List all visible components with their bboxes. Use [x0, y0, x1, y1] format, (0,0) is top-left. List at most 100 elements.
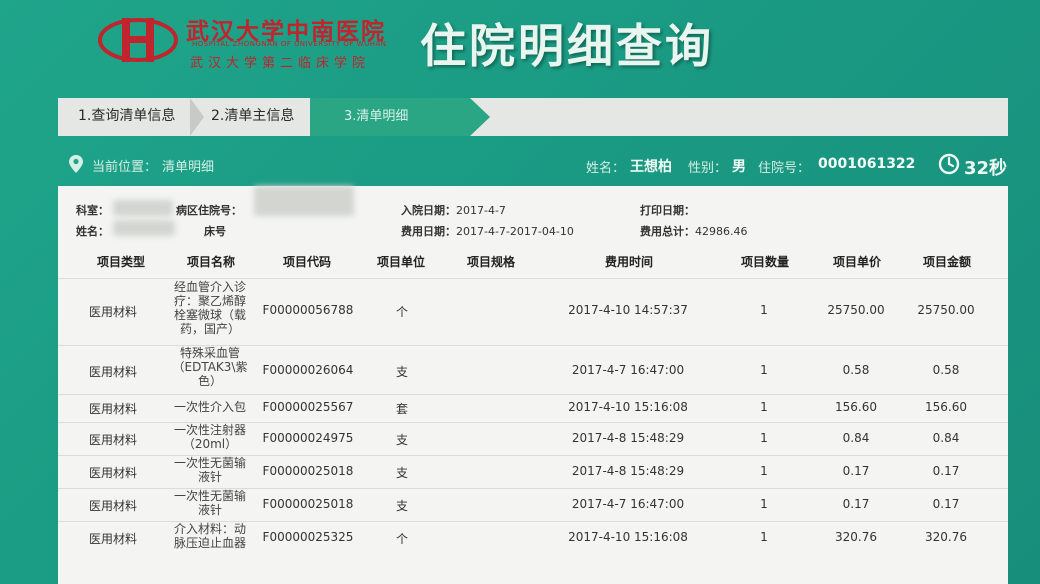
column-header-price: 项目单价: [832, 255, 881, 269]
page-title: 住院明细查询: [420, 19, 714, 73]
row-unit: 个: [395, 532, 408, 546]
admit-value: 2017-4-7: [456, 204, 506, 217]
row-qty: 1: [760, 497, 768, 511]
row-price: 0.17: [842, 464, 870, 478]
patient-name-label: 姓名：: [586, 161, 626, 176]
row-type: 医用材料: [88, 305, 137, 319]
admit-label: 入院日期：: [401, 204, 456, 217]
table-row[interactable]: 医用材料 一次性无菌输液针 F00000025018 支 2017-4-8 15…: [58, 455, 1008, 489]
row-amount: 0.84: [932, 431, 960, 445]
info-fee-date: 费用日期：2017-4-7-2017-04-10: [401, 223, 574, 239]
patient-gender-label: 性别：: [688, 161, 728, 176]
step-separator: [190, 98, 204, 136]
row-code: F00000056788: [262, 303, 354, 317]
row-unit: 支: [395, 466, 408, 480]
patient-name: 王想柏: [630, 159, 672, 175]
countdown-timer: 32秒: [964, 158, 1008, 179]
row-qty: 1: [760, 464, 768, 478]
table-row[interactable]: 医用材料 一次性注射器（20ml） F00000024975 支 2017-4-…: [58, 422, 1008, 456]
patient-id-label: 住院号：: [758, 161, 811, 176]
location-pin-icon: [69, 155, 83, 173]
detail-panel: 科室： 病区住院号： 姓名： 床号 入院日期：2017-4-7 费用日期：201…: [58, 186, 1008, 584]
row-code: F00000025325: [262, 530, 354, 544]
row-name: 一次性注射器（20ml）: [173, 423, 246, 451]
row-price: 0.17: [842, 497, 870, 511]
info-admit-date: 入院日期：2017-4-7: [401, 202, 506, 218]
row-amount: 25750.00: [917, 303, 975, 317]
print-label: 打印日期：: [640, 204, 695, 217]
row-unit: 个: [395, 305, 408, 319]
info-name: 姓名：: [76, 223, 109, 239]
row-price: 25750.00: [827, 303, 885, 317]
row-qty: 1: [760, 431, 768, 445]
table-row[interactable]: 医用材料 一次性介入包 F00000025567 套 2017-4-10 15:…: [58, 394, 1008, 423]
patient-id: 0001061322: [818, 156, 916, 172]
dept-label: 科室：: [76, 204, 109, 217]
row-time: 2017-4-7 16:47:00: [571, 497, 685, 511]
fee-date-value: 2017-4-7-2017-04-10: [456, 225, 574, 238]
location-bar: 当前位置： 清单明细 姓名： 王想柏 性别： 男 住院号： 0001061322…: [58, 144, 1008, 184]
row-name: 经血管介入诊疗：聚乙烯醇栓塞微球（载药，国产）: [173, 280, 246, 336]
table-row[interactable]: 医用材料 一次性无菌输液针 F00000025018 支 2017-4-7 16…: [58, 488, 1008, 522]
row-name: 一次性无菌输液针: [173, 456, 246, 484]
row-unit: 支: [395, 433, 408, 447]
step-query-list[interactable]: 1.查询清单信息: [78, 98, 175, 136]
total-label: 费用总计：: [640, 225, 695, 238]
ward-label: 病区住院号：: [176, 204, 242, 217]
table-row[interactable]: 医用材料 经血管介入诊疗：聚乙烯醇栓塞微球（载药，国产） F0000005678…: [58, 278, 1008, 339]
row-price: 0.84: [842, 431, 870, 445]
row-code: F00000025018: [262, 464, 354, 478]
row-code: F00000025018: [262, 497, 354, 511]
step-active-arrow: [470, 98, 490, 136]
bed-label: 床号: [204, 225, 226, 238]
row-type: 医用材料: [88, 365, 137, 379]
row-time: 2017-4-7 16:47:00: [571, 363, 685, 377]
table-row[interactable]: 医用材料 介入材料：动脉压迫止血器 F00000025325 个 2017-4-…: [58, 521, 1008, 556]
redacted-field: [113, 200, 173, 216]
hospital-subname-cn: 武汉大学第二临床学院: [190, 56, 371, 71]
row-unit: 支: [395, 365, 408, 379]
row-price: 0.58: [842, 363, 870, 377]
name-label: 姓名：: [76, 225, 109, 238]
table-row[interactable]: 医用材料 特殊采血管（EDTAK3\紫色） F00000026064 支 201…: [58, 345, 1008, 395]
hospital-logo-icon: [98, 18, 178, 62]
patient-gender: 男: [732, 159, 746, 175]
redacted-field: [113, 220, 175, 236]
row-type: 医用材料: [88, 466, 137, 480]
column-header-time: 费用时间: [604, 255, 653, 269]
step-list-detail[interactable]: 3.清单明细: [310, 98, 470, 136]
fee-date-label: 费用日期：: [401, 225, 456, 238]
column-header-name: 项目名称: [186, 255, 235, 269]
info-ward: 病区住院号：: [176, 202, 242, 218]
row-name: 一次性无菌输液针: [173, 489, 246, 517]
row-amount: 0.58: [932, 363, 960, 377]
clock-icon: [938, 153, 960, 175]
column-header-amount: 项目金额: [922, 255, 971, 269]
column-header-qty: 项目数量: [740, 255, 789, 269]
row-qty: 1: [760, 400, 768, 414]
info-total: 费用总计：42986.46: [640, 223, 748, 239]
row-qty: 1: [760, 530, 768, 544]
step-list-main[interactable]: 2.清单主信息: [211, 98, 294, 136]
row-code: F00000026064: [262, 363, 354, 377]
row-type: 医用材料: [88, 532, 137, 546]
row-type: 医用材料: [88, 402, 137, 416]
location-label: 当前位置：: [92, 160, 158, 175]
row-code: F00000025567: [262, 400, 354, 414]
row-time: 2017-4-10 14:57:37: [568, 303, 688, 317]
row-time: 2017-4-8 15:48:29: [571, 431, 685, 445]
row-price: 156.60: [835, 400, 877, 414]
row-qty: 1: [760, 303, 768, 317]
column-header-type: 项目类型: [96, 255, 145, 269]
step-progress: 1.查询清单信息 2.清单主信息 3.清单明细: [58, 98, 1008, 136]
row-name: 特殊采血管（EDTAK3\紫色）: [172, 346, 248, 388]
row-code: F00000024975: [262, 431, 354, 445]
row-amount: 0.17: [932, 497, 960, 511]
column-header-code: 项目代码: [282, 255, 331, 269]
row-name: 一次性介入包: [173, 400, 246, 414]
location-value: 清单明细: [162, 160, 215, 175]
row-type: 医用材料: [88, 499, 137, 513]
column-header-spec: 项目规格: [466, 255, 515, 269]
row-time: 2017-4-10 15:16:08: [568, 530, 688, 544]
row-time: 2017-4-10 15:16:08: [568, 400, 688, 414]
